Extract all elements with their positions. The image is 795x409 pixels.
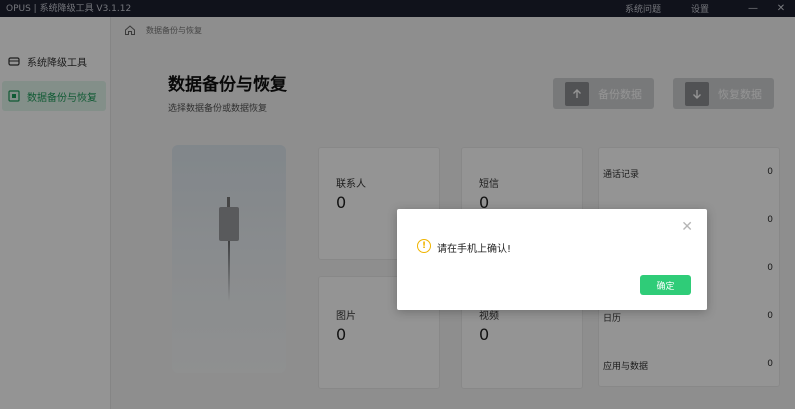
close-icon[interactable]: ✕	[681, 220, 693, 234]
warning-icon: !	[417, 239, 431, 253]
dialog-message: 请在手机上确认!	[437, 244, 512, 255]
confirm-dialog: ✕ ! 请在手机上确认! 确定	[397, 209, 707, 310]
confirm-button[interactable]: 确定	[640, 275, 691, 295]
modal-overlay	[0, 0, 795, 409]
